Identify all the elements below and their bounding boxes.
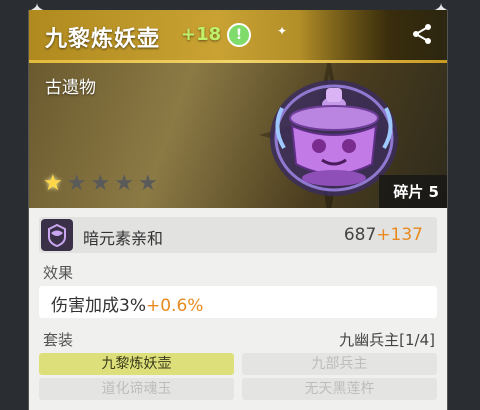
set-item: 道化谛魂玉 <box>39 378 234 400</box>
effect-text: 伤害加成3%+0.6% <box>51 291 203 316</box>
main-stat-bonus: +137 <box>376 225 423 245</box>
set-item: 九黎炼妖壶 <box>39 353 234 375</box>
set-name-count: 九幽兵主[1/4] <box>339 331 435 349</box>
fragment-count: 碎片 5 <box>379 175 447 208</box>
item-title: 九黎炼妖壶 <box>45 27 161 52</box>
star-icon: ★ <box>66 171 87 196</box>
star-rating: ★ ★ ★ ★ ★ <box>43 173 158 195</box>
star-icon: ★ <box>114 171 134 196</box>
star-icon: ★ <box>90 171 111 196</box>
set-item: 无天黑莲杵 <box>242 378 437 400</box>
effect-base: 伤害加成3% <box>51 296 146 316</box>
effect-box: 伤害加成3%+0.6% <box>39 286 437 318</box>
share-icon[interactable] <box>411 23 433 45</box>
item-detail-card: 九黎炼妖壶 +18 ! ✦ 古遗物 ★ ★ ★ ★ ★ 碎片 5 暗元素亲和 6… <box>28 10 448 410</box>
item-header: 九黎炼妖壶 +18 ! ✦ <box>29 10 447 60</box>
effect-label: 效果 <box>43 264 74 282</box>
item-hero-panel: 古遗物 ★ ★ ★ ★ ★ 碎片 5 <box>29 63 447 208</box>
set-item: 九部兵主 <box>242 353 437 375</box>
dark-element-icon <box>41 219 73 251</box>
sparkle-icon: ✦ <box>277 24 288 38</box>
item-category: 古遗物 <box>45 78 96 98</box>
main-stat-name: 暗元素亲和 <box>83 229 164 248</box>
main-stat-value: 687+137 <box>344 225 423 245</box>
item-level: +18 <box>181 24 222 45</box>
star-icon: ★ <box>43 171 63 196</box>
main-stat-base: 687 <box>343 225 377 245</box>
alert-icon[interactable]: ! <box>227 23 251 47</box>
main-stat-row: 暗元素亲和 687+137 <box>39 217 437 253</box>
star-icon: ★ <box>137 171 158 196</box>
effect-bonus: +0.6% <box>145 296 204 316</box>
set-label: 套装 <box>43 331 74 349</box>
